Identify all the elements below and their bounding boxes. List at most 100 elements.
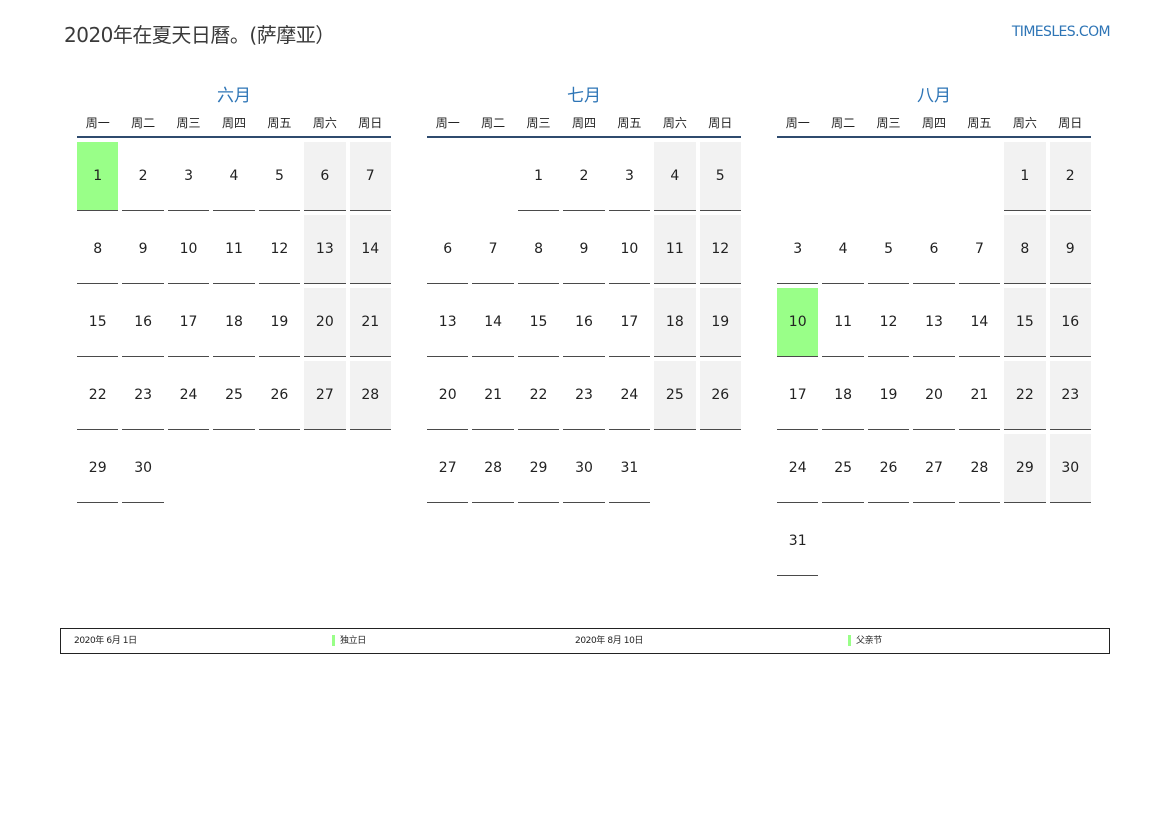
day-cell[interactable]: 23	[1049, 361, 1091, 430]
site-link[interactable]: TIMESLES.COM	[1012, 24, 1111, 40]
day-cell[interactable]: 1	[77, 142, 119, 211]
day-cell[interactable]: 12	[258, 215, 301, 284]
day-cell[interactable]: 26	[867, 434, 910, 503]
day-cell[interactable]: 27	[427, 434, 469, 503]
day-cell[interactable]: 6	[913, 215, 955, 284]
day-cell[interactable]: 21	[958, 361, 1001, 430]
day-cell[interactable]: 8	[77, 215, 119, 284]
day-cell[interactable]: 2	[1049, 142, 1091, 211]
day-cell[interactable]: 11	[654, 215, 696, 284]
day-cell[interactable]: 29	[517, 434, 560, 503]
day-cell[interactable]: 18	[822, 361, 864, 430]
day-cell[interactable]: 19	[867, 361, 910, 430]
day-cell[interactable]: 12	[699, 215, 741, 284]
day-cell[interactable]: 19	[258, 288, 301, 357]
day-cell[interactable]: 10	[777, 288, 819, 357]
day-cell[interactable]: 8	[517, 215, 560, 284]
day-cell[interactable]: 28	[472, 434, 514, 503]
day-cell[interactable]: 22	[1004, 361, 1046, 430]
day-cell[interactable]: 25	[822, 434, 864, 503]
day-cell[interactable]: 22	[77, 361, 119, 430]
day-cell[interactable]: 14	[958, 288, 1001, 357]
day-cell[interactable]: 28	[958, 434, 1001, 503]
day-cell[interactable]: 15	[77, 288, 119, 357]
day-cell[interactable]: 3	[167, 142, 210, 211]
day-cell[interactable]: 13	[913, 288, 955, 357]
day-cell[interactable]: 15	[517, 288, 560, 357]
day-cell[interactable]: 10	[167, 215, 210, 284]
day-cell[interactable]: 22	[517, 361, 560, 430]
day-cell[interactable]: 6	[304, 142, 346, 211]
day-cell[interactable]: 18	[654, 288, 696, 357]
day-cell[interactable]: 23	[122, 361, 164, 430]
day-cell[interactable]: 20	[304, 288, 346, 357]
empty-cell	[1050, 507, 1091, 576]
day-cell[interactable]: 4	[213, 142, 255, 211]
day-cell[interactable]: 19	[699, 288, 741, 357]
day-cell[interactable]: 14	[349, 215, 391, 284]
day-cell[interactable]: 20	[913, 361, 955, 430]
day-cell[interactable]: 16	[563, 288, 605, 357]
day-cell[interactable]: 4	[822, 215, 864, 284]
day-cell[interactable]: 18	[213, 288, 255, 357]
day-cell[interactable]: 11	[213, 215, 255, 284]
day-cell[interactable]: 4	[654, 142, 696, 211]
day-cell[interactable]: 2	[122, 142, 164, 211]
day-cell[interactable]: 2	[563, 142, 605, 211]
day-cell[interactable]: 21	[472, 361, 514, 430]
day-cell[interactable]: 26	[699, 361, 741, 430]
day-cell[interactable]: 27	[304, 361, 346, 430]
day-cell[interactable]: 24	[777, 434, 819, 503]
day-cell[interactable]: 24	[608, 361, 651, 430]
day-cell[interactable]: 30	[563, 434, 605, 503]
day-cell[interactable]: 30	[122, 434, 164, 503]
day-cell[interactable]: 24	[167, 361, 210, 430]
day-cell[interactable]: 25	[654, 361, 696, 430]
empty-cell	[913, 142, 954, 211]
day-cell[interactable]: 28	[349, 361, 391, 430]
day-cell[interactable]: 20	[427, 361, 469, 430]
weekday-label: 周一	[435, 115, 460, 130]
day-cell[interactable]: 7	[958, 215, 1001, 284]
day-cell[interactable]: 31	[608, 434, 651, 503]
day-cell[interactable]: 5	[258, 142, 301, 211]
day-cell[interactable]: 16	[1049, 288, 1091, 357]
day-cell[interactable]: 15	[1004, 288, 1046, 357]
day-cell[interactable]: 26	[258, 361, 301, 430]
day-cell[interactable]: 30	[1049, 434, 1091, 503]
empty-cell	[822, 507, 863, 576]
day-cell[interactable]: 21	[349, 288, 391, 357]
day-cell[interactable]: 23	[563, 361, 605, 430]
day-cell[interactable]: 8	[1004, 215, 1046, 284]
day-cell[interactable]: 13	[427, 288, 469, 357]
day-cell[interactable]: 29	[77, 434, 119, 503]
day-cell[interactable]: 17	[608, 288, 651, 357]
week-row: 27 28 29 30 31	[427, 434, 741, 507]
day-cell[interactable]: 13	[304, 215, 346, 284]
day-cell[interactable]: 7	[472, 215, 514, 284]
day-cell[interactable]: 29	[1004, 434, 1046, 503]
month-title: 七月	[567, 86, 601, 106]
day-cell[interactable]: 9	[122, 215, 164, 284]
day-cell[interactable]: 27	[913, 434, 955, 503]
day-cell[interactable]: 14	[472, 288, 514, 357]
day-cell[interactable]: 3	[608, 142, 651, 211]
day-cell[interactable]: 17	[167, 288, 210, 357]
day-cell[interactable]: 1	[1004, 142, 1046, 211]
day-cell[interactable]: 9	[563, 215, 605, 284]
day-cell[interactable]: 25	[213, 361, 255, 430]
day-cell[interactable]: 5	[699, 142, 741, 211]
week-row: 8 9 10 11 12 13 14	[77, 215, 391, 288]
day-cell[interactable]: 6	[427, 215, 469, 284]
day-cell[interactable]: 3	[777, 215, 819, 284]
day-cell[interactable]: 11	[822, 288, 864, 357]
day-cell[interactable]: 10	[608, 215, 651, 284]
day-cell[interactable]: 1	[517, 142, 560, 211]
day-cell[interactable]: 16	[122, 288, 164, 357]
day-cell[interactable]: 12	[867, 288, 910, 357]
day-cell[interactable]: 9	[1049, 215, 1091, 284]
day-cell[interactable]: 7	[349, 142, 391, 211]
day-cell[interactable]: 31	[777, 507, 819, 576]
day-cell[interactable]: 5	[867, 215, 910, 284]
day-cell[interactable]: 17	[777, 361, 819, 430]
